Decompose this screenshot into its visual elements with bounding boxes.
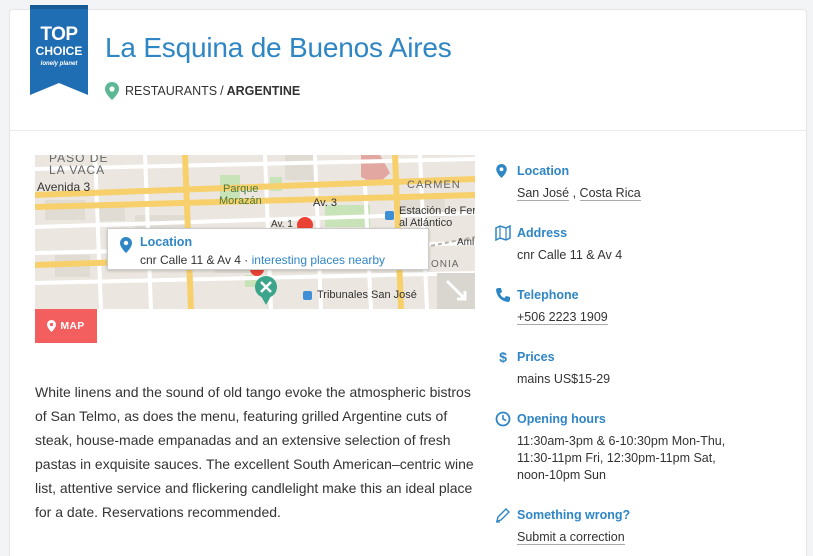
poi-card: TOP CHOICE lonely planet La Esquina de B…	[9, 5, 807, 556]
location-pin-icon	[120, 237, 132, 253]
interesting-places-link[interactable]: interesting places nearby	[252, 253, 385, 267]
badge-brand-text: lonely planet	[40, 61, 78, 67]
map-label-avenida3: Avenida 3	[37, 180, 91, 194]
location-comma: ,	[569, 186, 580, 200]
hours-line-2: 11:30-11pm Fri, 12:30pm-11pm Sat,	[517, 451, 716, 465]
top-choice-badge: TOP CHOICE lonely planet	[30, 5, 90, 97]
telephone-value: +506 2223 1909	[517, 309, 777, 326]
map-button-label: MAP	[60, 320, 85, 332]
map-label-av3: Av. 3	[313, 197, 338, 209]
map-button[interactable]: MAP	[35, 309, 97, 343]
phone-icon	[496, 288, 510, 302]
category-breadcrumb: RESTAURANTS / ARGENTINE	[105, 81, 300, 101]
country-link[interactable]: Costa Rica	[579, 186, 641, 201]
page-title: La Esquina de Buenos Aires	[105, 32, 452, 63]
popup-dot: ·	[240, 253, 252, 267]
poi-header: TOP CHOICE lonely planet La Esquina de B…	[10, 5, 806, 131]
map-label-vaca: LA VACA	[49, 163, 106, 177]
pencil-icon	[496, 508, 510, 523]
description-text: White linens and the sound of old tango …	[35, 384, 474, 520]
map-label-colonia: ONIA	[431, 259, 460, 270]
map-label-tribunales: Tribunales San José	[317, 289, 417, 301]
prices-value: mains US$15-29	[517, 372, 611, 386]
hours-line-1: 11:30am-3pm & 6-10:30pm Mon-Thu,	[517, 434, 726, 448]
badge-top-text: TOP	[40, 24, 78, 45]
location-value: San José , Costa Rica	[517, 185, 777, 202]
submit-correction-link[interactable]: Submit a correction	[517, 530, 625, 545]
map-label-aml: Aml	[457, 237, 475, 248]
city-link[interactable]: San José	[517, 186, 570, 201]
hours-label: Opening hours	[517, 412, 606, 426]
popup-address: cnr Calle 11 & Av 4	[140, 253, 241, 267]
map-location-popup: Location cnr Calle 11 & Av 4 · interesti…	[107, 228, 429, 270]
popup-title: Location	[140, 235, 193, 249]
map-label-morazan: Morazán	[219, 195, 262, 207]
category-restaurants-link[interactable]: RESTAURANTS	[125, 84, 217, 98]
clock-icon	[495, 411, 511, 427]
correction-value: Submit a correction	[517, 529, 777, 546]
map-label-estacion: Estación de Fer	[399, 205, 475, 217]
badge-choice-text: CHOICE	[35, 44, 83, 58]
telephone-label: Telephone	[517, 288, 579, 302]
popup-address-line: cnr Calle 11 & Av 4 · interesting places…	[140, 253, 385, 267]
category-separator: /	[220, 84, 224, 98]
location-map[interactable]: PASO DE LA VACA Avenida 3 Parque Morazán…	[35, 155, 475, 309]
map-fold-icon	[495, 225, 511, 241]
location-label: Location	[517, 164, 570, 178]
hours-value: 11:30am-3pm & 6-10:30pm Mon-Thu, 11:30-1…	[517, 433, 777, 484]
location-pin-icon	[496, 164, 507, 178]
dollar-icon: $	[499, 349, 507, 365]
category-argentine: ARGENTINE	[226, 84, 301, 98]
map-pin-icon	[47, 320, 57, 332]
address-label: Address	[517, 226, 568, 240]
telephone-link[interactable]: +506 2223 1909	[517, 310, 608, 325]
map-pin-icon	[105, 82, 119, 100]
map-label-carmen: CARMEN	[407, 179, 461, 191]
hours-line-3: noon-10pm Sun	[517, 468, 606, 482]
prices-label: Prices	[517, 350, 555, 364]
address-value: cnr Calle 11 & Av 4	[517, 248, 623, 262]
map-label-parque: Parque	[223, 183, 259, 195]
something-wrong-label: Something wrong?	[517, 508, 631, 522]
